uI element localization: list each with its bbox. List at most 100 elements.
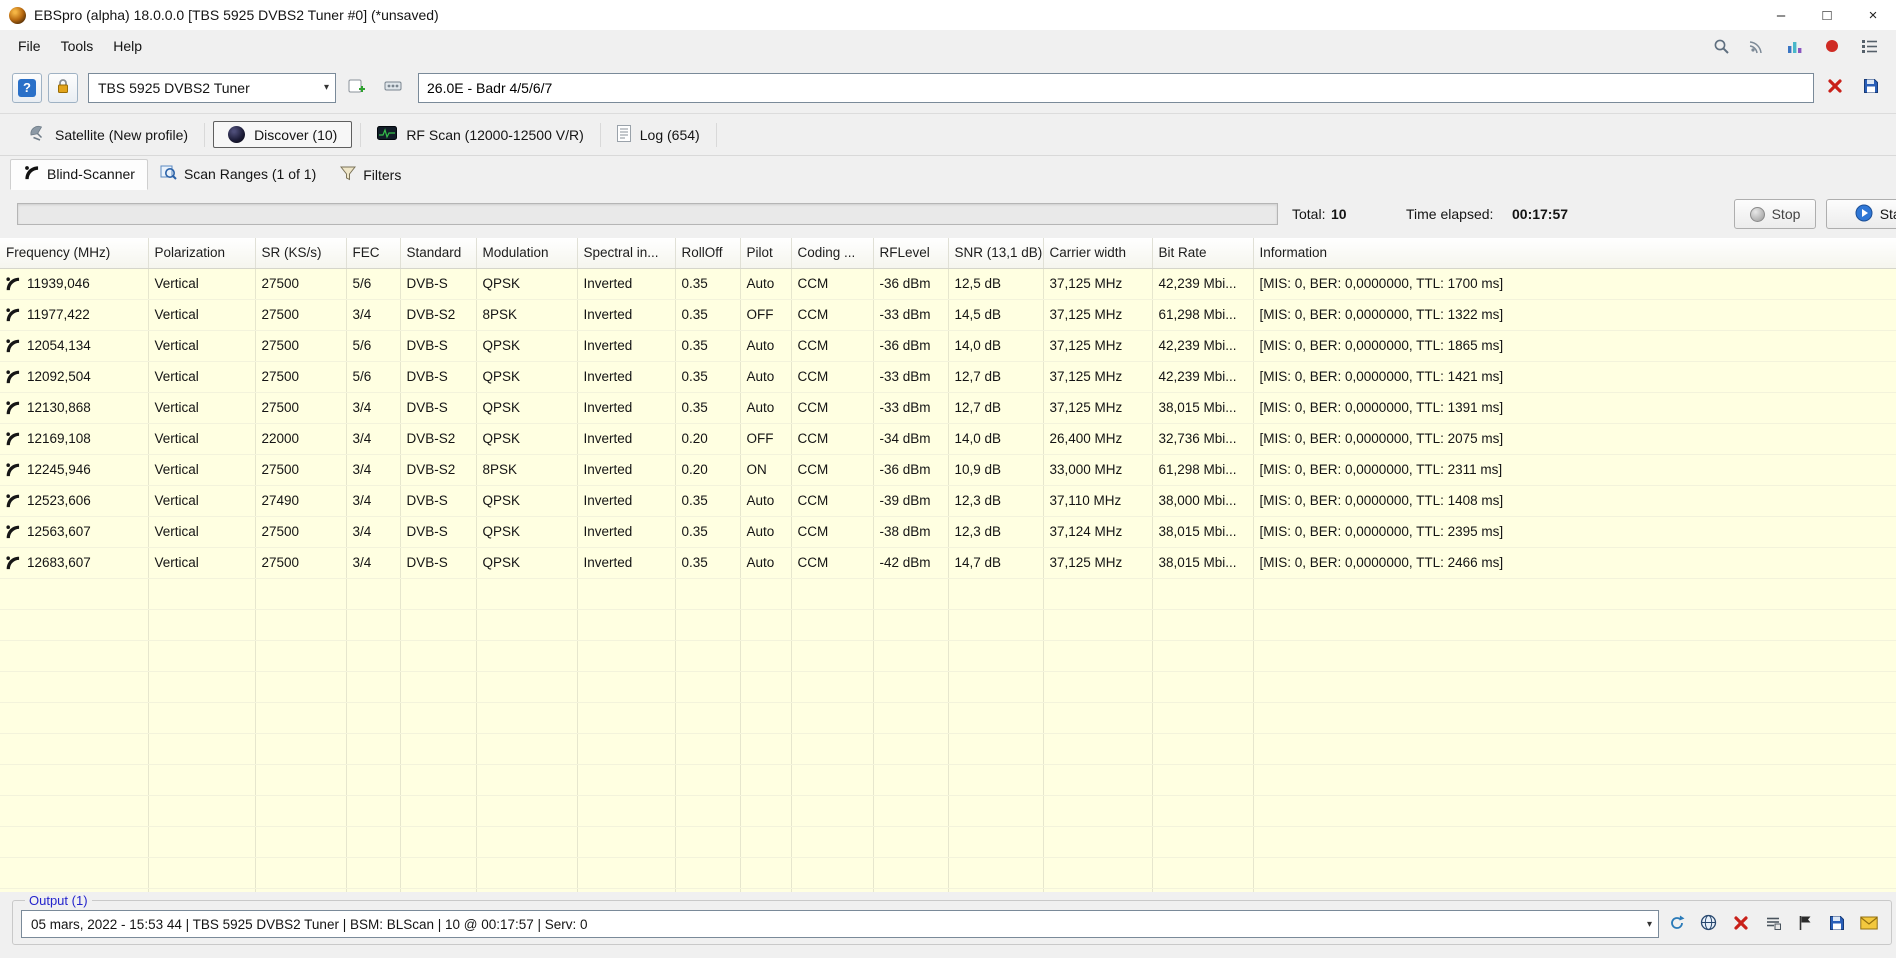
cell: Auto <box>740 268 792 300</box>
close-button[interactable]: × <box>1850 0 1896 30</box>
transponder-row[interactable]: 12683,607 Vertical 27500 3/4 DVB-S QPSK Invert… <box>0 547 1896 579</box>
maximize-button[interactable]: □ <box>1804 0 1850 30</box>
tab-rf-scan[interactable]: RF Scan (12000-12500 V/R) <box>361 121 599 148</box>
tab-filters[interactable]: Filters <box>328 161 413 190</box>
column-header[interactable]: Frequency (MHz) <box>0 238 149 269</box>
cell <box>1253 857 1896 889</box>
transponder-row[interactable]: 11939,046 Vertical 27500 5/6 DVB-S QPSK Invert… <box>0 268 1896 300</box>
cell <box>791 764 874 796</box>
lock-button[interactable] <box>48 72 78 103</box>
stop-button[interactable]: Stop <box>1734 199 1816 229</box>
start-button[interactable]: Start <box>1826 199 1896 229</box>
flag-button[interactable] <box>1790 910 1819 938</box>
transponder-row[interactable]: 12245,946 Vertical 27500 3/4 DVB-S2 8PSK Inver… <box>0 454 1896 486</box>
cell: DVB-S <box>400 547 477 579</box>
cell <box>0 640 149 672</box>
transponder-table: Frequency (MHz) Polarization SR (KS/s) FEC S… <box>0 238 1896 892</box>
cell <box>400 826 477 858</box>
tab-satellite[interactable]: Satellite (New profile) <box>12 120 204 149</box>
cell <box>948 578 1044 610</box>
save-profile-button[interactable] <box>1856 73 1886 103</box>
scan-ranges-icon <box>160 164 177 184</box>
cell: Vertical <box>148 547 256 579</box>
refresh-button[interactable] <box>1662 910 1691 938</box>
cell <box>740 764 792 796</box>
minimize-button[interactable]: – <box>1758 0 1804 30</box>
cell <box>346 702 401 734</box>
cell <box>1152 640 1254 672</box>
cell <box>400 640 477 672</box>
tab-log[interactable]: Log (654) <box>601 120 716 150</box>
cell: 38,000 Mbi... <box>1152 485 1254 517</box>
chevron-down-icon: ▾ <box>323 82 329 93</box>
cell: -33 dBm <box>873 361 949 393</box>
column-header[interactable]: Standard <box>400 238 477 269</box>
column-header[interactable]: Coding ... <box>791 238 874 269</box>
save-output-button[interactable] <box>1822 910 1851 938</box>
column-header[interactable]: Bit Rate <box>1152 238 1254 269</box>
transponder-row[interactable]: 12130,868 Vertical 27500 3/4 DVB-S QPSK Invert… <box>0 392 1896 424</box>
tab-blind-scanner[interactable]: Blind-Scanner <box>10 159 148 190</box>
transponder-row[interactable]: 12523,606 Vertical 27490 3/4 DVB-S QPSK Invert… <box>0 485 1896 517</box>
sub-tab-strip: Blind-Scanner Scan Ranges (1 of 1) Filte… <box>0 156 1896 190</box>
tuner-select[interactable]: TBS 5925 DVBS2 Tuner ▾ <box>88 72 336 103</box>
playlist-icon[interactable] <box>1858 35 1880 57</box>
transponder-row[interactable]: 11977,422 Vertical 27500 3/4 DVB-S2 8PSK Inver… <box>0 299 1896 331</box>
transponder-row[interactable]: 12169,108 Vertical 22000 3/4 DVB-S2 QPSK Inver… <box>0 423 1896 455</box>
column-header[interactable]: SR (KS/s) <box>255 238 347 269</box>
cell: 3/4 <box>346 485 401 517</box>
menu-help[interactable]: Help <box>103 33 152 59</box>
column-header[interactable]: RFLevel <box>873 238 949 269</box>
cell: 12054,134 <box>0 330 149 362</box>
column-header[interactable]: FEC <box>346 238 401 269</box>
column-header[interactable]: RollOff <box>675 238 741 269</box>
cell <box>400 578 477 610</box>
delete-profile-button[interactable] <box>1820 73 1850 103</box>
elapsed-label: Time elapsed: <box>1406 206 1494 222</box>
cell: 37,125 MHz <box>1043 547 1153 579</box>
cell: DVB-S <box>400 361 477 393</box>
column-header[interactable]: Modulation <box>476 238 578 269</box>
menu-file[interactable]: File <box>8 33 51 59</box>
tab-discover[interactable]: Discover (10) <box>213 121 353 148</box>
cell: -34 dBm <box>873 423 949 455</box>
cell <box>255 826 347 858</box>
column-header[interactable]: Pilot <box>740 238 792 269</box>
menu-tools[interactable]: Tools <box>51 33 104 59</box>
transponder-row[interactable]: 12054,134 Vertical 27500 5/6 DVB-S QPSK Invert… <box>0 330 1896 362</box>
clear-output-button[interactable] <box>1726 910 1755 938</box>
search-icon[interactable] <box>1710 35 1732 57</box>
profile-name-input[interactable] <box>418 72 1814 103</box>
chart-icon[interactable] <box>1784 35 1806 57</box>
tuner-config-button[interactable] <box>378 73 408 103</box>
cell: 12523,606 <box>0 485 149 517</box>
web-button[interactable] <box>1694 910 1723 938</box>
cell: 12169,108 <box>0 423 149 455</box>
cell <box>740 609 792 641</box>
cell <box>948 795 1044 827</box>
output-row: 05 mars, 2022 - 15:53 44 | TBS 5925 DVBS… <box>21 910 1883 938</box>
column-header[interactable]: SNR (13,1 dB) <box>948 238 1044 269</box>
cell: 37,110 MHz <box>1043 485 1153 517</box>
info-button[interactable]: ? <box>12 72 42 103</box>
tab-scan-ranges[interactable]: Scan Ranges (1 of 1) <box>148 159 328 190</box>
add-profile-button[interactable] <box>342 73 372 103</box>
transponder-row[interactable]: 12092,504 Vertical 27500 5/6 DVB-S QPSK Invert… <box>0 361 1896 393</box>
signal-icon[interactable] <box>1747 35 1769 57</box>
mail-button[interactable] <box>1854 910 1883 938</box>
cell <box>1253 671 1896 703</box>
cell: 61,298 Mbi... <box>1152 299 1254 331</box>
cell <box>948 733 1044 765</box>
discover-icon <box>228 126 246 143</box>
window-controls: – □ × <box>1758 0 1896 30</box>
app-icon <box>9 6 26 24</box>
column-header[interactable]: Polarization <box>148 238 256 269</box>
record-icon[interactable] <box>1821 35 1843 57</box>
cell: Auto <box>740 392 792 424</box>
column-header[interactable]: Information <box>1253 238 1896 269</box>
transponder-row[interactable]: 12563,607 Vertical 27500 3/4 DVB-S QPSK Invert… <box>0 516 1896 548</box>
column-header[interactable]: Spectral in... <box>577 238 676 269</box>
details-button[interactable] <box>1758 910 1787 938</box>
column-header[interactable]: Carrier width <box>1043 238 1153 269</box>
output-select[interactable]: 05 mars, 2022 - 15:53 44 | TBS 5925 DVBS… <box>21 910 1659 938</box>
